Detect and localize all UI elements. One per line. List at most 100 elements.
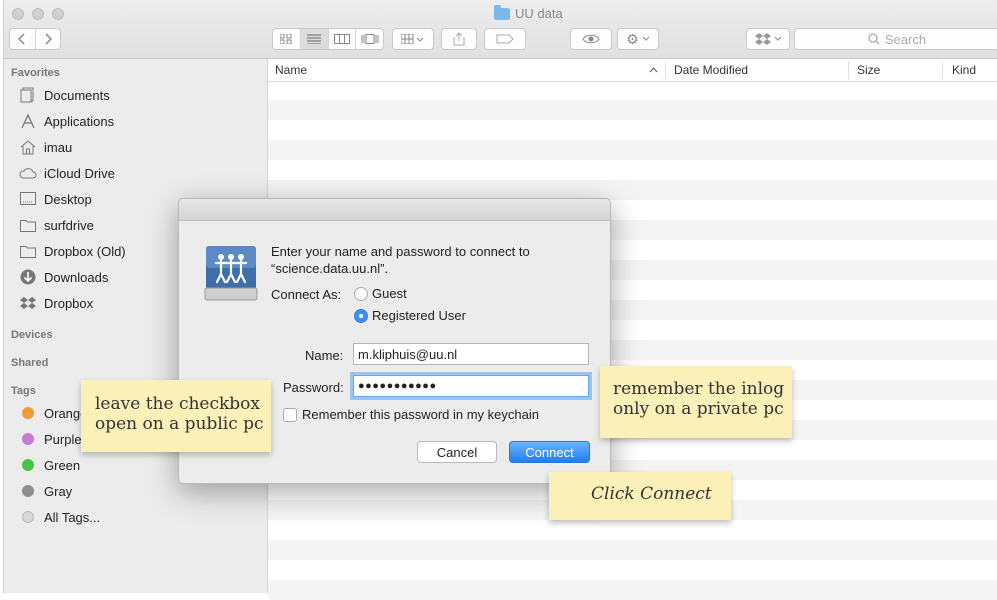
green-tag-icon [22, 459, 34, 471]
column-header-size[interactable]: Size [857, 63, 880, 77]
search-field[interactable]: Search [794, 28, 997, 50]
dropbox-menu-button[interactable] [746, 28, 790, 50]
sidebar-item-label: Documents [44, 87, 110, 103]
window-title: UU data [494, 4, 563, 21]
share-icon [453, 32, 465, 46]
forward-button[interactable] [36, 29, 61, 49]
sidebar-item-icloud-drive[interactable]: iCloud Drive [19, 163, 115, 183]
file-server-icon [204, 246, 258, 301]
note-line: leave the checkbox [95, 394, 261, 414]
registered-user-radio-option[interactable]: Registered User [354, 308, 466, 323]
sidebar-item-label: Green [44, 457, 81, 473]
sidebar-tag-green[interactable]: Green [19, 455, 80, 475]
registered-user-radio[interactable] [354, 308, 368, 323]
sidebar-item-label: Purple [44, 431, 82, 447]
connect-annotation-note: Click Connect [549, 472, 731, 520]
sidebar-tag-orange[interactable]: Orange [19, 403, 87, 423]
arrange-icon [401, 34, 424, 44]
sidebar-item-label: Gray [44, 483, 73, 499]
chevron-down-icon [774, 36, 781, 41]
all-tags-icon [22, 511, 34, 523]
dialog-message-line2: “science.data.uu.nl”. [271, 261, 389, 276]
orange-tag-icon [22, 407, 34, 419]
toolbar: UU data ⚙ Search [4, 0, 997, 59]
column-header-name[interactable]: Name [275, 63, 307, 77]
close-window-button[interactable] [12, 8, 24, 20]
dropbox-icon [754, 33, 771, 45]
folder-icon [494, 4, 510, 20]
arrange-button[interactable] [392, 28, 434, 50]
column-header-kind[interactable]: Kind [952, 63, 976, 77]
guest-radio[interactable] [354, 286, 368, 301]
note-line: Click Connect [591, 484, 712, 504]
sidebar-item-label: Dropbox (Old) [44, 243, 126, 259]
password-field[interactable]: ●●●●●●●●●●● [353, 375, 589, 397]
share-button[interactable] [441, 28, 477, 50]
remember-password-option[interactable]: Remember this password in my keychain [283, 407, 539, 422]
sidebar-item-applications[interactable]: Applications [19, 111, 114, 131]
minimize-window-button[interactable] [32, 8, 44, 20]
dialog-message-line1: Enter your name and password to connect … [271, 244, 530, 259]
sidebar-all-tags[interactable]: All Tags... [19, 507, 100, 527]
sidebar-item-label: Downloads [44, 269, 109, 285]
column-header-date-modified[interactable]: Date Modified [674, 63, 748, 77]
downloads-icon [19, 269, 37, 285]
remember-password-checkbox[interactable] [283, 407, 297, 422]
icon-view-button[interactable] [273, 29, 301, 49]
sidebar-item-dropbox[interactable]: Dropbox [19, 293, 93, 313]
guest-radio-option[interactable]: Guest [354, 286, 407, 301]
sidebar-item-label: imau [44, 139, 73, 155]
connect-button[interactable]: Connect [509, 441, 590, 463]
sidebar-tag-purple[interactable]: Purple [19, 429, 82, 449]
password-label: Password: [283, 380, 344, 395]
cancel-button[interactable]: Cancel [417, 441, 497, 463]
sidebar-item-desktop[interactable]: Desktop [19, 189, 92, 209]
chevron-right-icon [45, 33, 52, 45]
gallery-view-button[interactable] [356, 29, 383, 49]
zoom-window-button[interactable] [52, 8, 64, 20]
columns-icon [333, 34, 350, 44]
folder-icon [19, 217, 37, 233]
search-placeholder: Search [884, 31, 927, 47]
view-mode-control [272, 28, 384, 50]
gray-tag-icon [22, 485, 34, 497]
empty-row [268, 540, 997, 560]
name-field[interactable]: m.kliphuis@uu.nl [353, 343, 589, 365]
tag-icon [496, 34, 514, 44]
quick-look-button[interactable] [570, 28, 612, 50]
empty-row [268, 140, 997, 160]
sidebar-item-label: All Tags... [44, 509, 101, 525]
back-button[interactable] [10, 29, 36, 49]
sidebar-section-devices: Devices [11, 329, 53, 341]
name-label: Name: [305, 348, 344, 363]
chevron-left-icon [18, 33, 25, 45]
eye-icon [582, 34, 600, 44]
sidebar-section-shared: Shared [11, 357, 49, 369]
desktop-icon [19, 191, 37, 207]
action-menu-button[interactable]: ⚙ [617, 28, 659, 50]
cloud-icon [19, 165, 37, 181]
folder-icon [19, 243, 37, 259]
note-line: only on a private pc [613, 399, 784, 419]
note-line: remember the inlog [613, 379, 785, 399]
empty-row [268, 580, 997, 600]
sidebar-item-downloads[interactable]: Downloads [19, 267, 108, 287]
list-view-button[interactable] [300, 29, 329, 49]
sidebar-item-label: Desktop [44, 191, 92, 207]
sidebar-item-surfdrive[interactable]: surfdrive [19, 215, 94, 235]
sidebar-item-dropbox-old[interactable]: Dropbox (Old) [19, 241, 126, 261]
home-icon [19, 139, 37, 155]
sidebar-tag-gray[interactable]: Gray [19, 481, 72, 501]
tags-button[interactable] [484, 28, 526, 50]
applications-icon [19, 113, 37, 129]
sidebar-item-imau[interactable]: imau [19, 137, 72, 157]
sidebar-item-documents[interactable]: Documents [19, 85, 110, 105]
grid-icon [280, 34, 292, 44]
sidebar-item-label: surfdrive [44, 217, 94, 233]
registered-user-radio-label: Registered User [372, 308, 466, 323]
column-view-button[interactable] [329, 29, 357, 49]
list-header: Name Date Modified Size Kind [268, 59, 997, 82]
sidebar-item-label: iCloud Drive [44, 165, 115, 181]
empty-row [268, 180, 997, 200]
chevron-down-icon [642, 36, 650, 41]
